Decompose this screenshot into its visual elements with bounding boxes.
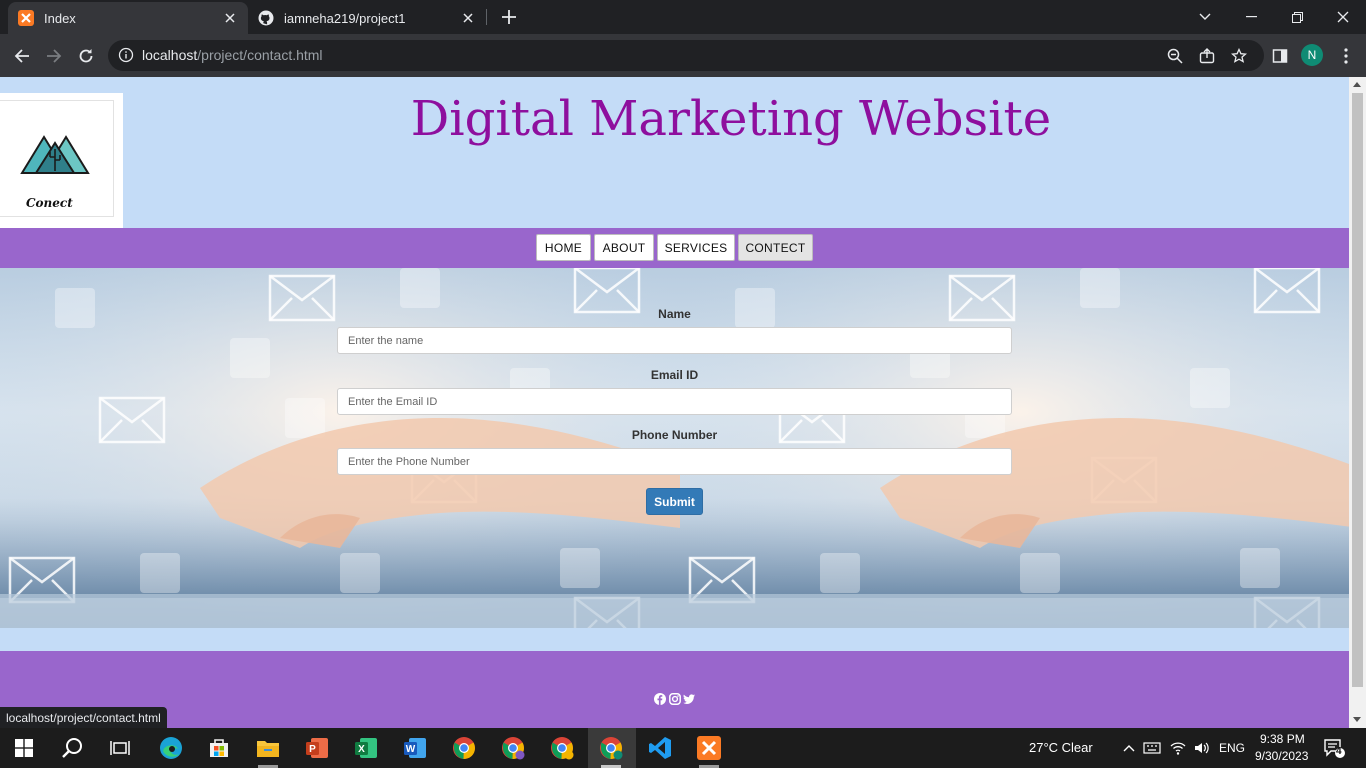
tab-title: iamneha219/project1 <box>284 10 406 26</box>
word-icon[interactable]: W <box>403 736 427 760</box>
notification-count: 4 <box>1336 746 1342 757</box>
store-icon[interactable] <box>207 736 231 760</box>
weather-text[interactable]: 27°C Clear <box>1029 740 1093 755</box>
volume-icon[interactable] <box>1190 736 1214 760</box>
chrome-icon[interactable] <box>452 736 476 760</box>
minimize-button[interactable] <box>1228 0 1274 34</box>
logo-text: Conect <box>26 196 73 210</box>
facebook-icon[interactable] <box>654 693 666 705</box>
page-viewport: Conect Digital Marketing Website HOME AB… <box>0 77 1349 728</box>
menu-icon[interactable] <box>1334 44 1358 68</box>
contact-hero: Name Email ID Phone Number Submit <box>0 268 1349 628</box>
edge-icon[interactable] <box>159 736 183 760</box>
back-button[interactable] <box>10 44 34 68</box>
name-label: Name <box>658 307 691 321</box>
svg-text:W: W <box>406 744 416 755</box>
chrome-profile-icon[interactable] <box>501 736 525 760</box>
weather-moon-icon[interactable] <box>997 736 1021 760</box>
scroll-down-arrow-icon[interactable] <box>1353 717 1361 722</box>
main-nav: HOME ABOUT SERVICES CONTECT <box>0 228 1349 268</box>
tab-separator <box>486 9 487 25</box>
tab-search-button[interactable] <box>1182 0 1228 34</box>
tab-strip: Index iamneha219/project1 <box>0 0 1366 34</box>
github-icon <box>258 10 274 26</box>
svg-text:X: X <box>358 744 365 755</box>
tab-index[interactable]: Index <box>8 2 248 34</box>
bookmark-star-icon[interactable] <box>1230 47 1248 65</box>
scrollbar-thumb[interactable] <box>1352 93 1363 687</box>
excel-icon[interactable]: X <box>354 736 378 760</box>
chevron-up-icon[interactable] <box>1117 736 1141 760</box>
footer <box>0 651 1349 728</box>
phone-input[interactable] <box>337 448 1012 475</box>
close-window-button[interactable] <box>1320 0 1366 34</box>
close-icon[interactable] <box>460 10 476 26</box>
status-bubble: localhost/project/contact.html <box>0 707 167 729</box>
chrome-active-icon[interactable] <box>599 736 623 760</box>
nav-about[interactable]: ABOUT <box>594 234 654 261</box>
twitter-icon[interactable] <box>683 693 695 705</box>
new-tab-button[interactable] <box>499 7 519 27</box>
search-icon[interactable] <box>60 736 84 760</box>
nav-home[interactable]: HOME <box>536 234 591 261</box>
scroll-up-arrow-icon[interactable] <box>1353 82 1361 87</box>
vscode-icon[interactable] <box>648 736 672 760</box>
nav-services[interactable]: SERVICES <box>657 234 735 261</box>
reload-button[interactable] <box>74 44 98 68</box>
submit-button[interactable]: Submit <box>646 488 703 515</box>
notification-icon[interactable] <box>1322 736 1346 760</box>
language-indicator[interactable]: ENG <box>1219 741 1245 755</box>
forward-button[interactable] <box>42 44 66 68</box>
page-title: Digital Marketing Website <box>410 91 1052 147</box>
xampp-icon[interactable] <box>697 736 721 760</box>
clock-time[interactable]: 9:38 PM <box>1260 732 1305 746</box>
side-panel-icon[interactable] <box>1268 44 1292 68</box>
email-label: Email ID <box>650 368 699 382</box>
file-explorer-icon[interactable] <box>256 736 280 760</box>
url-text: localhost/project/contact.html <box>142 47 323 63</box>
task-view-icon[interactable] <box>108 736 132 760</box>
clock-date[interactable]: 9/30/2023 <box>1255 749 1308 763</box>
wifi-icon[interactable] <box>1166 736 1190 760</box>
page-scrollbar[interactable] <box>1349 77 1366 728</box>
xampp-icon <box>18 10 34 26</box>
instagram-icon[interactable] <box>669 693 681 705</box>
address-bar[interactable]: localhost/project/contact.html <box>108 40 1264 71</box>
zoom-icon[interactable] <box>1166 47 1184 65</box>
ime-icon[interactable] <box>1140 736 1164 760</box>
phone-label: Phone Number <box>631 428 718 442</box>
email-input[interactable] <box>337 388 1012 415</box>
svg-text:P: P <box>309 744 316 755</box>
restore-button[interactable] <box>1274 0 1320 34</box>
name-input[interactable] <box>337 327 1012 354</box>
windows-start-icon[interactable] <box>12 736 36 760</box>
share-icon[interactable] <box>1198 47 1216 65</box>
powerpoint-icon[interactable]: P <box>305 736 329 760</box>
close-icon[interactable] <box>222 10 238 26</box>
site-info-icon[interactable] <box>118 47 134 63</box>
tab-title: Index <box>44 10 76 26</box>
windows-taskbar: P X W 27°C Clear ENG 9:38 PM 9/30/2023 4 <box>0 728 1366 768</box>
tab-github[interactable]: iamneha219/project1 <box>248 2 486 34</box>
profile-avatar[interactable]: N <box>1301 44 1323 66</box>
chrome-profile-icon[interactable] <box>550 736 574 760</box>
nav-contect[interactable]: CONTECT <box>738 234 813 261</box>
